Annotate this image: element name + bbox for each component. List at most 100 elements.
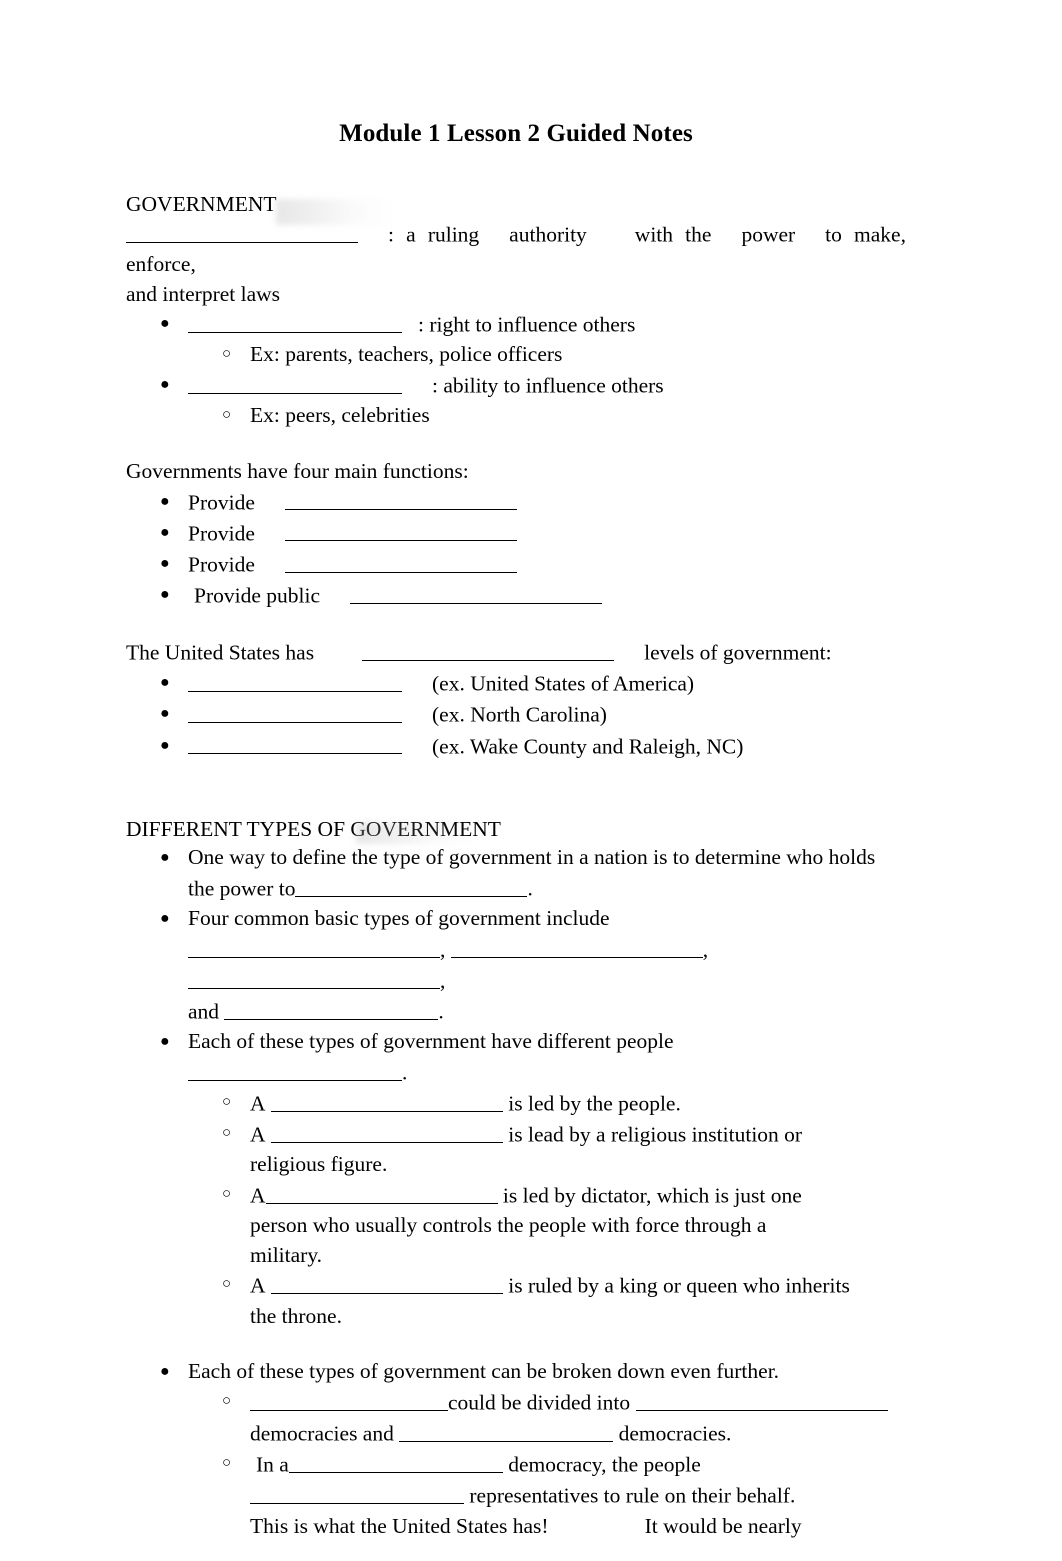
type-prefix-2: A (250, 1122, 266, 1147)
blank-levels-count[interactable] (362, 637, 615, 661)
list-item-level-3: ● (ex. Wake County and Raleigh, NC) (126, 731, 906, 762)
section-heading-types-label: DIFFERENT TYPES OF GOVERNMENT (126, 816, 501, 841)
list-item-authority: ● : right to influence others ○ Ex: pare… (126, 309, 906, 370)
section-heading-government-label: GOVERNMENT (126, 192, 277, 217)
blank-type-monarchy[interactable] (270, 1270, 503, 1295)
blank-government-term[interactable] (126, 219, 358, 243)
blank-function-1[interactable] (284, 487, 517, 511)
blank-level-3[interactable] (188, 731, 402, 755)
filled-bullet-icon: ● (160, 376, 170, 394)
type-separator-3: , (440, 968, 446, 993)
blank-level-2[interactable] (188, 699, 402, 724)
government-type-definitions: ○ A is led by the people. ○ A is lead by… (188, 1088, 906, 1331)
function-label-4: Provide public (194, 583, 320, 608)
type-separator-2: , (702, 937, 709, 962)
blank-type-democracy[interactable] (270, 1088, 503, 1112)
blank-type-theocracy[interactable] (270, 1119, 503, 1143)
who-holds-power-period: . (527, 876, 533, 901)
blank-authority-term[interactable] (188, 309, 402, 334)
influence-examples: ○ Ex: peers, celebrities (188, 401, 906, 431)
function-label-3: Provide (188, 552, 255, 577)
authority-examples: ○ Ex: parents, teachers, police officers (188, 340, 906, 370)
representative-wrap-c: It would be nearly (644, 1513, 802, 1538)
list-item-type-dictatorship: ○ A is led by dictator, which is just on… (188, 1180, 906, 1270)
definition-part-2: authority (509, 222, 587, 247)
further-breakdown-list: ● Each of these types of government can … (126, 1357, 906, 1541)
list-item-function-2: ● Provide (126, 518, 906, 549)
functions-list: ● Provide ● Provide ● Provide ● Provide … (126, 487, 906, 612)
blank-function-2[interactable] (284, 518, 517, 542)
filled-bullet-icon: ● (160, 585, 170, 603)
functions-intro: Governments have four main functions: (126, 458, 469, 483)
list-item-authority-example: ○ Ex: parents, teachers, police officers (188, 340, 906, 370)
type-text-2-wrap: religious figure. (250, 1152, 388, 1177)
blank-type-4[interactable] (224, 996, 439, 1020)
blank-type-3[interactable] (188, 965, 440, 989)
list-item-level-1: ● (ex. United States of America) (126, 668, 906, 699)
list-item-type-theocracy: ○ A is lead by a religious institution o… (188, 1119, 906, 1180)
hollow-bullet-icon: ○ (222, 1094, 232, 1111)
type-prefix-3: A (250, 1183, 266, 1208)
section-heading-government: GOVERNMENT (126, 191, 906, 226)
blank-who-holds-power[interactable] (295, 873, 528, 897)
page-title: Module 1 Lesson 2 Guided Notes (339, 120, 693, 147)
filled-bullet-icon: ● (160, 736, 170, 754)
blank-type-1[interactable] (188, 934, 440, 958)
authority-definition-text: : right to influence others (418, 312, 636, 337)
levels-intro-suffix: levels of government: (644, 640, 832, 665)
influence-example-text: Ex: peers, celebrities (250, 403, 430, 428)
blank-democracy-subtype-2[interactable] (399, 1418, 614, 1442)
list-item-broken-down-further: ● Each of these types of government can … (126, 1357, 906, 1541)
representative-prefix: In a (256, 1452, 289, 1477)
blank-function-4[interactable] (350, 580, 602, 604)
democracy-divided-wrap-a: democracies and (250, 1421, 394, 1446)
type-text-3: is led by dictator, which is just one (502, 1183, 802, 1208)
filled-bullet-icon: ● (160, 554, 170, 572)
blank-function-3[interactable] (284, 549, 517, 573)
representative-mid: democracy, the people (508, 1452, 701, 1477)
government-definition-line: : a ruling authority with the power to make,… (126, 219, 906, 280)
filled-bullet-icon: ● (160, 849, 170, 867)
blank-democracy-category[interactable] (250, 1387, 448, 1411)
hollow-bullet-icon: ○ (222, 1186, 232, 1202)
broken-down-further-text: Each of these types of government can be… (188, 1359, 780, 1384)
blank-type-2[interactable] (450, 934, 703, 958)
levels-intro: The United States has levels of governmen… (126, 637, 906, 668)
authority-example-text: Ex: parents, teachers, police officers (250, 342, 563, 367)
function-label-1: Provide (188, 490, 255, 515)
definition-part-4: power (741, 222, 796, 247)
document-body: Module 1 Lesson 2 Guided Notes GOVERNMEN… (126, 118, 906, 1541)
blank-people-action[interactable] (250, 1480, 464, 1505)
blank-type-dictatorship[interactable] (265, 1180, 498, 1204)
list-item-representative-democracy: ○ In a democracy, the people representat… (188, 1449, 906, 1541)
list-item-democracy-divided: ○ could be divided into democracies and … (188, 1387, 906, 1449)
hollow-bullet-icon: ○ (222, 1392, 232, 1409)
blank-democracy-subtype-1[interactable] (635, 1387, 888, 1411)
influence-definition-text: : ability to influence others (432, 373, 664, 398)
list-item-function-3: ● Provide (126, 549, 906, 580)
type-text-1: is led by the people. (508, 1091, 681, 1116)
type-text-2: is lead by a religious institution or (508, 1122, 803, 1147)
types-end-period: . (438, 999, 444, 1024)
type-text-3-wrap2: military. (250, 1242, 323, 1267)
representative-wrap-a: representatives to rule on their behalf. (469, 1483, 796, 1508)
filled-bullet-icon: ● (160, 1363, 170, 1381)
section-heading-types: DIFFERENT TYPES OF GOVERNMENT (126, 816, 906, 844)
blank-different-people[interactable] (188, 1057, 402, 1081)
blank-influence-term[interactable] (188, 370, 402, 394)
level-example-2: (ex. North Carolina) (432, 702, 607, 727)
hollow-bullet-icon: ○ (222, 407, 232, 424)
function-label-2: Provide (188, 521, 255, 546)
type-text-4: is ruled by a king or queen who inherits (508, 1273, 850, 1298)
filled-bullet-icon: ● (160, 492, 170, 510)
democracy-subtypes: ○ could be divided into democracies and … (188, 1387, 906, 1541)
blank-democracy-kind[interactable] (288, 1449, 503, 1474)
level-example-3: (ex. Wake County and Raleigh, NC) (432, 734, 744, 759)
blank-level-1[interactable] (188, 668, 402, 693)
government-power-list: ● : right to influence others ○ Ex: pare… (126, 309, 906, 431)
definition-part-1: : a ruling (388, 222, 480, 247)
level-example-1: (ex. United States of America) (432, 671, 695, 696)
hollow-bullet-icon: ○ (222, 346, 232, 363)
hollow-bullet-icon: ○ (222, 1455, 232, 1472)
democracy-divided-wrap-b: democracies. (618, 1421, 732, 1446)
